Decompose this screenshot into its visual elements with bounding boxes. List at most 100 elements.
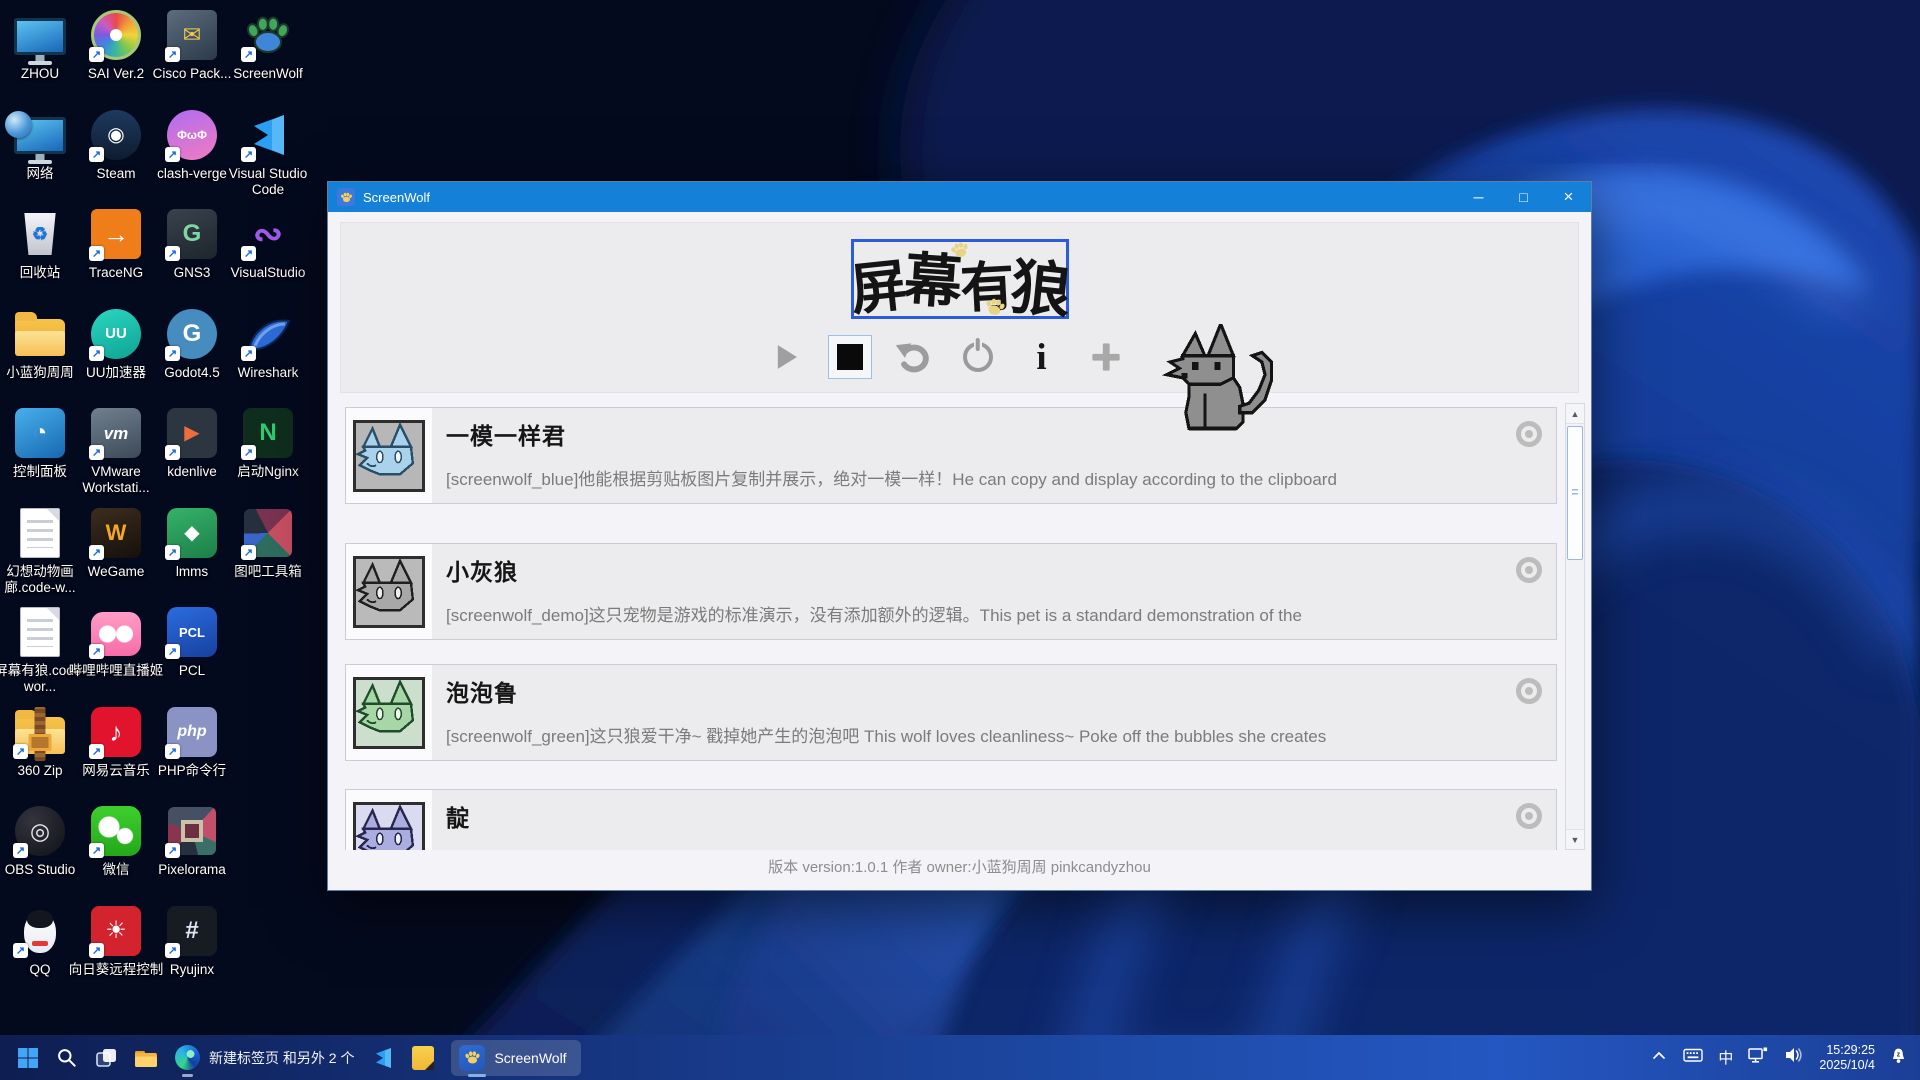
scrollbar[interactable]: ▲ ▼	[1565, 403, 1585, 850]
stop-button[interactable]	[828, 335, 872, 379]
search-button[interactable]	[56, 1035, 78, 1080]
play-button[interactable]	[764, 335, 808, 379]
shortcut-arrow-icon: ↗	[89, 943, 104, 958]
window-titlebar[interactable]: ScreenWolf ─ □ ×	[328, 182, 1591, 212]
shortcut-arrow-icon: ↗	[89, 545, 104, 560]
maximize-button[interactable]: □	[1501, 182, 1546, 212]
minimize-button[interactable]: ─	[1456, 182, 1501, 212]
pet-name: 小灰狼	[446, 553, 518, 587]
tray-chevron-button[interactable]	[1650, 1047, 1668, 1068]
screenwolf-paw-icon	[459, 1045, 485, 1071]
active-indicator	[468, 1074, 486, 1077]
shortcut-arrow-icon: ↗	[13, 744, 28, 759]
desktop-icon-nginx[interactable]: N↗启动Nginx	[230, 406, 306, 480]
desktop-icon-pixelorama[interactable]: ↗Pixelorama	[154, 804, 230, 878]
edge-browser-button[interactable]: 新建标签页 和另外 2 个	[175, 1035, 354, 1080]
stop-icon	[837, 344, 863, 370]
network-icon	[13, 108, 67, 162]
obs-icon: ◎↗	[13, 804, 67, 858]
desktop-icon-ryujinx[interactable]: #↗Ryujinx	[154, 904, 230, 978]
pet-row[interactable]: 小灰狼 [screenwolf_demo]这只宠物是游戏的标准演示，没有添加额外…	[345, 543, 1557, 640]
desktop-icon-toolbox[interactable]: ↗图吧工具箱	[230, 506, 306, 580]
power-icon	[963, 342, 993, 372]
shortcut-arrow-icon: ↗	[241, 545, 256, 560]
desktop-icon-label: 启动Nginx	[219, 464, 317, 480]
shortcut-arrow-icon: ↗	[165, 445, 180, 460]
shortcut-arrow-icon: ↗	[241, 47, 256, 62]
edge-icon	[175, 1045, 200, 1070]
app-logo: 屏幕有狼	[851, 239, 1069, 319]
close-button[interactable]: ×	[1546, 182, 1591, 212]
wegame-icon: W↗	[89, 506, 143, 560]
wireshark-icon: ↗	[241, 307, 295, 361]
power-button[interactable]	[956, 335, 1000, 379]
scroll-up-icon[interactable]: ▲	[1566, 404, 1584, 424]
zip-folder-icon: ↗	[13, 705, 67, 759]
desktop-icons: ZHOU网络♻回收站小蓝狗周周◔控制面板幻想动物画廊.code-w...屏幕有狼…	[2, 0, 322, 1030]
running-indicator	[182, 1074, 193, 1077]
screenwolf-taskbar-button[interactable]: ScreenWolf	[451, 1035, 580, 1080]
desktop-icon-php-cli[interactable]: php↗PHP命令行	[154, 705, 230, 779]
pet-avatar	[346, 544, 432, 639]
file-explorer-button[interactable]	[134, 1035, 158, 1080]
pet-select-button[interactable]	[1514, 555, 1544, 585]
desktop-icon-visualstudio[interactable]: ∾↗VisualStudio	[230, 207, 306, 281]
pet-name: 靛	[446, 799, 470, 833]
qq-icon: ↗	[13, 904, 67, 958]
ime-indicator[interactable]: 中	[1718, 1047, 1733, 1068]
pet-description: [screenwolf_green]这只狼爱干净~ 戳掉她产生的泡泡吧 This…	[446, 722, 1506, 747]
pet-select-button[interactable]	[1514, 419, 1544, 449]
shortcut-arrow-icon: ↗	[13, 843, 28, 858]
kdenlive-icon: ▶↗	[165, 406, 219, 460]
pet-description: [screenwolf_blue]他能根据剪贴板图片复制并展示，绝对一模一样！H…	[446, 465, 1506, 490]
touch-keyboard-button[interactable]	[1682, 1046, 1704, 1069]
desktop-icon-code-workspace[interactable]: 屏幕有狼.code-wor...	[2, 605, 78, 695]
vscode-icon	[371, 1046, 395, 1070]
desktop-icon-label: 图吧工具箱	[219, 564, 317, 580]
start-button[interactable]	[17, 1035, 39, 1080]
steam-icon: ◉↗	[89, 108, 143, 162]
desktop-icon-vmware[interactable]: vm↗VMware Workstati...	[78, 406, 154, 496]
scrollbar-thumb[interactable]	[1567, 426, 1583, 560]
task-view-button[interactable]	[95, 1035, 117, 1080]
chevron-up-icon	[1650, 1047, 1668, 1063]
pet-row[interactable]: 泡泡鲁 [screenwolf_green]这只狼爱干净~ 戳掉她产生的泡泡吧 …	[345, 664, 1557, 761]
notification-bell-button[interactable]: z	[1889, 1046, 1908, 1070]
pet-controls-toolbar: i	[327, 335, 1564, 379]
bell-icon: z	[1889, 1046, 1908, 1065]
shortcut-arrow-icon: ↗	[165, 744, 180, 759]
desktop-icon-code-workspace[interactable]: 幻想动物画廊.code-w...	[2, 506, 78, 596]
scroll-down-icon[interactable]: ▼	[1566, 829, 1584, 849]
volume-button[interactable]	[1783, 1045, 1805, 1070]
vscode-button[interactable]	[371, 1035, 395, 1080]
target-icon	[1514, 555, 1544, 585]
notes-icon	[412, 1046, 434, 1070]
version-footer: 版本 version:1.0.1 作者 owner:小蓝狗周周 pinkcand…	[328, 856, 1591, 877]
pet-select-button[interactable]	[1514, 801, 1544, 831]
target-icon	[1514, 676, 1544, 706]
taskbar-clock[interactable]: 15:29:25 2025/10/4	[1819, 1043, 1875, 1073]
desktop-icon-wireshark[interactable]: ↗Wireshark	[230, 307, 306, 381]
vmware-icon: vm↗	[89, 406, 143, 460]
network-button[interactable]	[1747, 1045, 1769, 1070]
undo-button[interactable]	[892, 335, 936, 379]
pet-row[interactable]: 靛	[345, 789, 1557, 850]
pet-select-button[interactable]	[1514, 676, 1544, 706]
window-title: ScreenWolf	[363, 190, 430, 205]
desktop-icon-vscode[interactable]: ↗Visual Studio Code	[230, 108, 306, 198]
desktop: ZHOU网络♻回收站小蓝狗周周◔控制面板幻想动物画廊.code-w...屏幕有狼…	[0, 0, 1920, 1080]
add-button[interactable]	[1084, 335, 1128, 379]
netease-music-icon: ♪↗	[89, 705, 143, 759]
shortcut-arrow-icon: ↗	[89, 644, 104, 659]
desktop-icon-screenwolf-paw[interactable]: ↗ScreenWolf	[230, 8, 306, 82]
pet-row[interactable]: 一模一样君 [screenwolf_blue]他能根据剪贴板图片复制并展示，绝对…	[345, 407, 1557, 504]
windows-logo-icon	[17, 1047, 39, 1069]
info-button[interactable]: i	[1020, 335, 1064, 379]
notepad-button[interactable]	[412, 1035, 434, 1080]
undo-icon	[894, 337, 934, 377]
php-cli-icon: php↗	[165, 705, 219, 759]
search-icon	[56, 1047, 78, 1069]
desktop-icon-pcl[interactable]: PCL↗PCL	[154, 605, 230, 679]
pet-avatar	[346, 408, 432, 503]
desktop-icon-label: PCL	[143, 663, 241, 679]
